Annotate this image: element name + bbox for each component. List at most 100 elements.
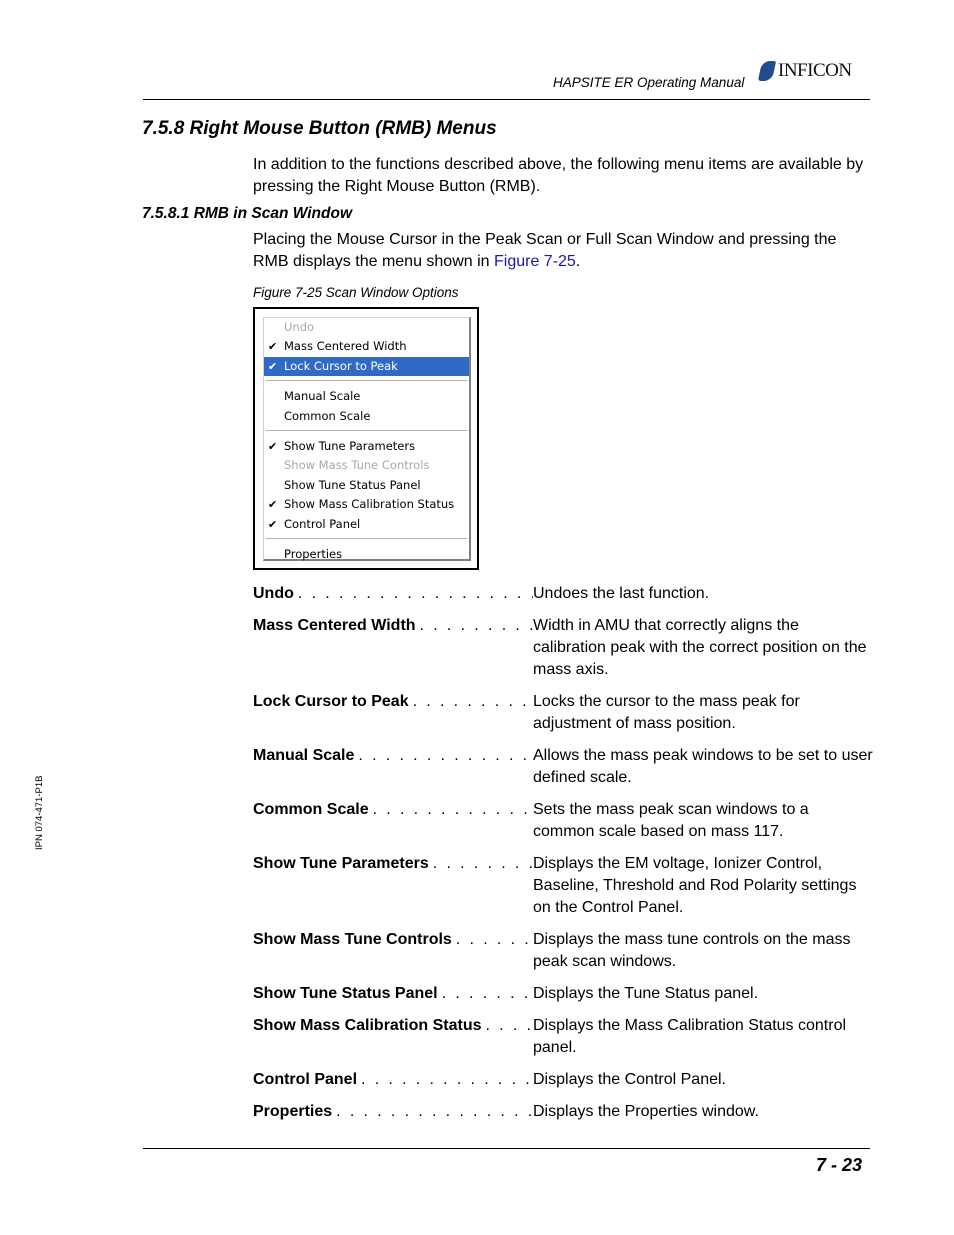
definition-row: Mass Centered Width. . . . . . . . . . .… (253, 615, 873, 681)
menu-item-properties[interactable]: Properties (264, 545, 469, 564)
menu-item-show-tune-parameters[interactable]: ✔ Show Tune Parameters (264, 437, 469, 456)
subsection-heading: 7.5.8.1 RMB in Scan Window (142, 205, 353, 222)
figure-link[interactable]: Figure 7-25 (494, 253, 576, 270)
manual-title: HAPSITE ER Operating Manual (553, 75, 745, 90)
menu-item-label: Properties (284, 546, 343, 561)
definition-list: Undo. . . . . . . . . . . . . . . . . . … (253, 583, 873, 1133)
menu-item-show-mass-tune-controls: Show Mass Tune Controls (264, 456, 469, 475)
definition-description: Displays the Properties window. (533, 1103, 759, 1120)
definition-term: Properties (253, 1103, 333, 1120)
definition-term-cell: Undo. . . . . . . . . . . . . . . . . . … (253, 583, 533, 605)
menu-item-label: Show Mass Tune Controls (284, 458, 430, 473)
definition-row: Control Panel. . . . . . . . . . . . . .… (253, 1069, 873, 1091)
menu-separator (266, 380, 467, 384)
logo-text: INFICON (778, 60, 852, 81)
inficon-logo: INFICON (757, 60, 852, 82)
definition-term-cell: Mass Centered Width. . . . . . . . . . .… (253, 615, 533, 681)
leader-dots: . . . . . . . . . . . . . . . . . . . . … (441, 985, 533, 1002)
figure-frame: Undo ✔ Mass Centered Width ✔ Lock Cursor to … (253, 307, 479, 570)
definition-row: Properties. . . . . . . . . . . . . . . … (253, 1101, 873, 1123)
definition-term-cell: Properties. . . . . . . . . . . . . . . … (253, 1101, 533, 1123)
menu-item-show-tune-status-panel[interactable]: Show Tune Status Panel (264, 476, 469, 495)
leader-dots: . . . . . . . . . . . . . . . . . . . . … (419, 617, 533, 634)
subsection-text: Placing the Mouse Cursor in the Peak Sca… (253, 229, 873, 273)
menu-item-label: Mass Centered Width (284, 339, 407, 354)
definition-term: Show Tune Parameters (253, 855, 429, 872)
menu-item-mass-centered-width[interactable]: ✔ Mass Centered Width (264, 337, 469, 356)
checkmark-icon: ✔ (268, 498, 278, 512)
subsection-text-after: . (575, 253, 581, 270)
footer-rule (143, 1148, 870, 1149)
leader-dots: . . . . . . . . . . . . . . . . . . . . … (358, 747, 533, 764)
definition-term: Manual Scale (253, 747, 355, 764)
definition-term-cell: Show Mass Tune Controls. . . . . . . . .… (253, 929, 533, 973)
definition-row: Lock Cursor to Peak. . . . . . . . . . .… (253, 691, 873, 735)
checkmark-icon: ✔ (268, 340, 278, 354)
leader-dots: . . . . . . . . . . . . . . . . . . . . … (485, 1017, 533, 1034)
definition-row: Show Tune Status Panel. . . . . . . . . … (253, 983, 873, 1005)
menu-item-lock-cursor-to-peak[interactable]: ✔ Lock Cursor to Peak (264, 356, 469, 377)
leader-dots: . . . . . . . . . . . . . . . . . . . . … (297, 585, 533, 602)
page-number: 7 - 23 (816, 1155, 863, 1175)
menu-item-label: Show Tune Parameters (284, 438, 416, 453)
section-intro: In addition to the functions described a… (253, 156, 864, 195)
definition-term: Mass Centered Width (253, 617, 416, 634)
leader-dots: . . . . . . . . . . . . . . . . . . . . … (372, 801, 533, 818)
definition-term: Control Panel (253, 1071, 358, 1088)
definition-description: Allows the mass peak windows to be set t… (533, 747, 873, 786)
definition-term-cell: Lock Cursor to Peak. . . . . . . . . . .… (253, 691, 533, 735)
checkmark-icon: ✔ (268, 517, 278, 531)
definition-term: Common Scale (253, 801, 369, 818)
menu-item-label: Common Scale (284, 408, 371, 423)
menu-item-show-mass-calibration-status[interactable]: ✔ Show Mass Calibration Status (264, 495, 469, 514)
menu-item-label: Manual Scale (284, 389, 361, 404)
leader-dots: . . . . . . . . . . . . . . . . . . . . … (361, 1071, 533, 1088)
menu-item-label: Undo (284, 320, 315, 334)
definition-term: Show Tune Status Panel (253, 985, 438, 1002)
definition-description: Displays the Tune Status panel. (533, 985, 759, 1002)
menu-item-undo: Undo (264, 318, 469, 337)
definition-description: Sets the mass peak scan windows to a com… (533, 801, 809, 840)
document-id: IPN 074-471-P1B (34, 775, 45, 850)
figure-caption: Figure 7-25 Scan Window Options (253, 285, 459, 300)
definition-term-cell: Common Scale. . . . . . . . . . . . . . … (253, 799, 533, 843)
definition-row: Show Tune Parameters. . . . . . . . . . … (253, 853, 873, 919)
definition-description: Displays the Control Panel. (533, 1071, 726, 1088)
menu-item-control-panel[interactable]: ✔ Control Panel (264, 515, 469, 534)
definition-term-cell: Show Tune Parameters. . . . . . . . . . … (253, 853, 533, 919)
checkmark-icon: ✔ (268, 439, 278, 453)
context-menu: Undo ✔ Mass Centered Width ✔ Lock Cursor to … (263, 317, 471, 561)
definition-term: Show Mass Calibration Status (253, 1017, 482, 1034)
definition-description: Undoes the last function. (533, 585, 710, 602)
definition-term: Show Mass Tune Controls (253, 931, 452, 948)
menu-separator (266, 429, 467, 433)
definition-row: Show Mass Tune Controls. . . . . . . . .… (253, 929, 873, 973)
definition-row: Common Scale. . . . . . . . . . . . . . … (253, 799, 873, 843)
leader-dots: . . . . . . . . . . . . . . . . . . . . … (432, 855, 533, 872)
definition-description: Locks the cursor to the mass peak for ad… (533, 693, 800, 732)
definition-description: Displays the Mass Calibration Status con… (533, 1017, 847, 1056)
definition-description: Displays the mass tune controls on the m… (533, 931, 851, 970)
menu-item-label: Control Panel (284, 516, 361, 531)
section-heading: 7.5.8 Right Mouse Button (RMB) Menus (142, 118, 497, 139)
leader-dots: . . . . . . . . . . . . . . . . . . . . … (455, 931, 533, 948)
definition-row: Manual Scale. . . . . . . . . . . . . . … (253, 745, 873, 789)
menu-item-manual-scale[interactable]: Manual Scale (264, 387, 469, 406)
definition-description: Displays the EM voltage, Ionizer Control… (533, 855, 857, 916)
menu-item-label: Lock Cursor to Peak (284, 358, 398, 373)
definition-row: Undo. . . . . . . . . . . . . . . . . . … (253, 583, 873, 605)
definition-term: Undo (253, 585, 294, 602)
menu-item-common-scale[interactable]: Common Scale (264, 407, 469, 426)
leader-dots: . . . . . . . . . . . . . . . . . . . . … (412, 693, 533, 710)
menu-item-label: Show Mass Calibration Status (284, 497, 455, 512)
definition-term-cell: Control Panel. . . . . . . . . . . . . .… (253, 1069, 533, 1091)
definition-description: Width in AMU that correctly aligns the c… (533, 617, 867, 678)
definition-term-cell: Show Mass Calibration Status. . . . . . … (253, 1015, 533, 1059)
header-rule (143, 99, 870, 100)
menu-item-label: Show Tune Status Panel (284, 477, 421, 492)
leader-dots: . . . . . . . . . . . . . . . . . . . . … (336, 1103, 533, 1120)
definition-row: Show Mass Calibration Status. . . . . . … (253, 1015, 873, 1059)
checkmark-icon: ✔ (268, 359, 278, 373)
logo-mark-icon (757, 61, 777, 81)
menu-separator (266, 537, 467, 541)
